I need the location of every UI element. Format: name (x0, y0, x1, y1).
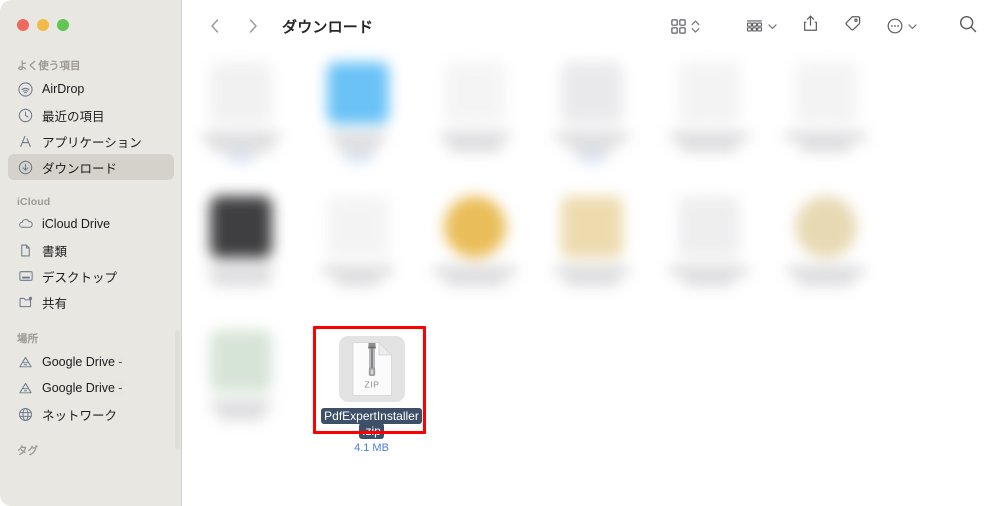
back-button[interactable] (202, 13, 228, 39)
sidebar-item-applications[interactable]: アプリケーション (8, 128, 174, 154)
file-item[interactable] (416, 186, 533, 319)
toolbar: ダウンロード (182, 0, 1000, 52)
sidebar-item-label: 書類 (42, 244, 68, 259)
file-name-line-2: .zip (359, 423, 384, 439)
sidebar-section-locations-title: 場所 (17, 333, 39, 345)
group-by-icon (745, 12, 764, 40)
minimize-button[interactable] (37, 19, 49, 31)
sidebar-item-label: AirDrop (42, 82, 85, 96)
sidebar-item-icloud-drive[interactable]: iCloud Drive (8, 211, 174, 237)
share-button[interactable] (802, 12, 819, 40)
sidebar-item-label: 共有 (42, 296, 68, 311)
document-icon (17, 242, 34, 259)
file-name-line-1: PdfExpertInstaller (321, 408, 422, 424)
file-item[interactable] (767, 186, 884, 319)
svg-text:ZIP: ZIP (364, 380, 379, 390)
file-grid-row (182, 186, 1000, 319)
view-mode-button[interactable] (670, 12, 701, 40)
file-grid-row (182, 52, 1000, 185)
main-pane: ダウンロード ZIP PdfExpertInstaller .zip 4.1 M… (182, 0, 1000, 506)
downloads-icon (17, 159, 34, 176)
file-item[interactable] (650, 186, 767, 319)
file-grid-row (182, 320, 1000, 453)
chevron-updown-icon (690, 12, 701, 40)
file-item[interactable] (416, 52, 533, 185)
group-by-button[interactable] (745, 12, 778, 40)
sidebar-item-shared[interactable]: 共有 (8, 289, 174, 315)
sidebar-item-network[interactable]: ネットワーク (8, 401, 174, 427)
sidebar-item-desktop[interactable]: デスクトップ (8, 263, 174, 289)
maximize-button[interactable] (57, 19, 69, 31)
selected-file-name: PdfExpertInstaller .zip (321, 408, 422, 439)
forward-button[interactable] (240, 13, 266, 39)
file-item[interactable] (182, 186, 299, 319)
sidebar-scrollbar[interactable] (175, 330, 180, 450)
google-drive-icon (17, 354, 34, 371)
shared-folder-icon (17, 294, 34, 311)
page-title: ダウンロード (282, 18, 374, 36)
airdrop-icon (17, 81, 34, 98)
sidebar-item-label: ダウンロード (42, 161, 118, 176)
file-item[interactable] (533, 186, 650, 319)
network-icon (17, 406, 34, 423)
selected-file-item[interactable]: ZIP PdfExpertInstaller .zip 4.1 MB (313, 326, 430, 454)
window-controls (17, 19, 69, 31)
file-item[interactable] (299, 52, 416, 185)
finder-window: よく使う項目 AirDrop 最近の項目 アプリケーション ダウンロード iCl… (0, 0, 1000, 506)
file-item[interactable] (650, 52, 767, 185)
sidebar-item-google-drive-1[interactable]: Google Drive - (8, 349, 174, 375)
ellipsis-circle-icon (886, 12, 904, 40)
file-item[interactable] (182, 52, 299, 185)
sidebar-section-tags-title: タグ (17, 445, 39, 457)
sidebar-item-label: 最近の項目 (42, 109, 105, 124)
sidebar-item-label: ネットワーク (42, 408, 118, 423)
sidebar-scroll-area[interactable]: よく使う項目 AirDrop 最近の項目 アプリケーション ダウンロード iCl… (0, 48, 182, 506)
search-icon (958, 14, 978, 39)
sidebar-item-label: Google Drive - (42, 381, 123, 395)
selected-file-size: 4.1 MB (354, 442, 389, 454)
close-button[interactable] (17, 19, 29, 31)
sidebar-item-airdrop[interactable]: AirDrop (8, 76, 174, 102)
chevron-down-icon (907, 12, 918, 40)
chevron-down-icon (767, 12, 778, 40)
tag-icon (843, 14, 862, 38)
sidebar-item-downloads[interactable]: ダウンロード (8, 154, 174, 180)
applications-icon (17, 133, 34, 150)
sidebar-item-documents[interactable]: 書類 (8, 237, 174, 263)
sidebar-item-label: アプリケーション (42, 135, 142, 150)
toolbar-actions (670, 12, 1000, 40)
zip-file-icon: ZIP (338, 336, 405, 402)
sidebar-item-label: iCloud Drive (42, 217, 111, 231)
sidebar-item-label: デスクトップ (42, 270, 118, 285)
sidebar-section-icloud-title: iCloud (17, 196, 51, 208)
desktop-icon (17, 268, 34, 285)
file-item[interactable] (299, 186, 416, 319)
search-button[interactable] (958, 12, 978, 40)
file-item[interactable] (182, 320, 299, 453)
google-drive-icon (17, 380, 34, 397)
tag-button[interactable] (843, 12, 862, 40)
clock-icon (17, 107, 34, 124)
sidebar-item-recents[interactable]: 最近の項目 (8, 102, 174, 128)
sidebar-section-favorites-title: よく使う項目 (17, 60, 81, 72)
file-item[interactable] (767, 52, 884, 185)
cloud-icon (17, 216, 34, 233)
grid-view-icon (670, 12, 687, 40)
share-icon (802, 14, 819, 38)
file-item[interactable] (533, 52, 650, 185)
sidebar: よく使う項目 AirDrop 最近の項目 アプリケーション ダウンロード iCl… (0, 0, 182, 506)
file-grid[interactable]: ZIP PdfExpertInstaller .zip 4.1 MB (182, 52, 1000, 506)
sidebar-item-google-drive-2[interactable]: Google Drive - (8, 375, 174, 401)
more-actions-button[interactable] (886, 12, 918, 40)
sidebar-item-label: Google Drive - (42, 355, 123, 369)
